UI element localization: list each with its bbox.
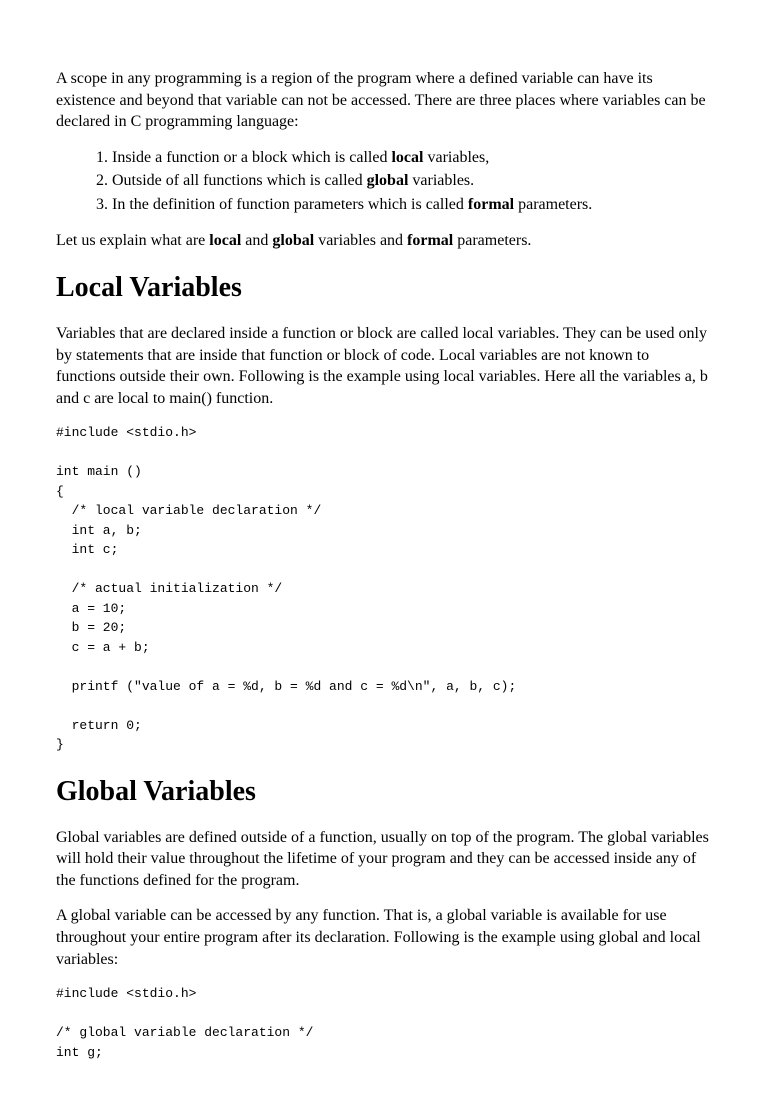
text: Let us explain what are <box>56 232 209 249</box>
bold-text: formal <box>468 196 514 213</box>
bold-text: global <box>367 172 409 189</box>
local-variables-code: #include <stdio.h> int main () { /* loca… <box>56 423 712 755</box>
intro-paragraph: A scope in any programming is a region o… <box>56 68 712 133</box>
text: In the definition of function parameters… <box>112 196 468 213</box>
intro-list: Inside a function or a block which is ca… <box>56 147 712 216</box>
bold-text: formal <box>407 232 453 249</box>
intro-summary: Let us explain what are local and global… <box>56 230 712 252</box>
text: parameters. <box>453 232 531 249</box>
text: and <box>241 232 272 249</box>
bold-text: local <box>391 149 423 166</box>
local-variables-paragraph: Variables that are declared inside a fun… <box>56 323 712 409</box>
bold-text: global <box>272 232 314 249</box>
text: Outside of all functions which is called <box>112 172 367 189</box>
global-variables-paragraph-1: Global variables are defined outside of … <box>56 827 712 892</box>
text: parameters. <box>514 196 592 213</box>
text: variables and <box>314 232 407 249</box>
text: Inside a function or a block which is ca… <box>112 149 391 166</box>
global-variables-code: #include <stdio.h> /* global variable de… <box>56 984 712 1062</box>
text: variables. <box>408 172 474 189</box>
list-item: Outside of all functions which is called… <box>112 170 712 192</box>
list-item: In the definition of function parameters… <box>112 194 712 216</box>
global-variables-heading: Global Variables <box>56 773 712 811</box>
global-variables-paragraph-2: A global variable can be accessed by any… <box>56 905 712 970</box>
list-item: Inside a function or a block which is ca… <box>112 147 712 169</box>
local-variables-heading: Local Variables <box>56 269 712 307</box>
text: variables, <box>423 149 489 166</box>
bold-text: local <box>209 232 241 249</box>
